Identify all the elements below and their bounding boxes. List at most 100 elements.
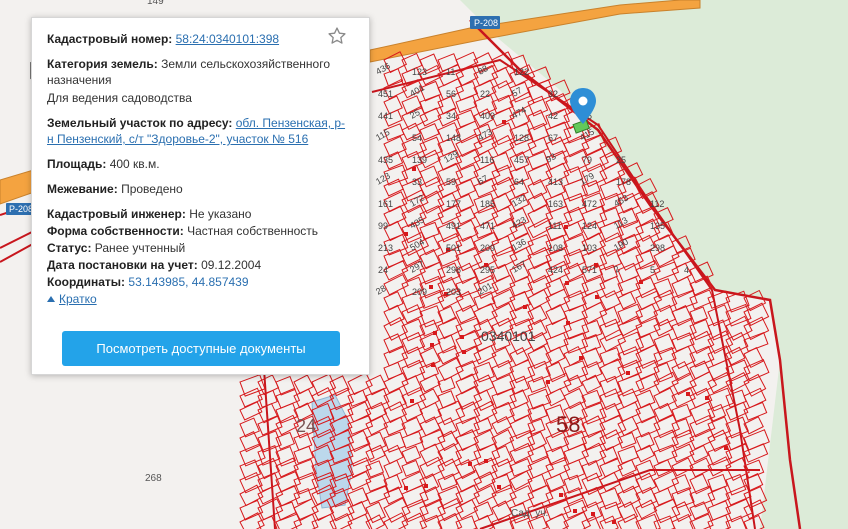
- parcel-number-label: 25: [616, 155, 626, 165]
- survey-row: Межевание: Проведено: [47, 181, 351, 197]
- parcel-number-label: 148: [446, 133, 461, 143]
- parcel-number-label: 571: [582, 265, 597, 275]
- parcel-number-label: 471: [480, 221, 495, 231]
- building-mark: [565, 281, 569, 285]
- parcel-number-label: 22: [480, 89, 490, 99]
- building-mark: [591, 512, 595, 516]
- parcel-number-label: 178: [616, 177, 631, 187]
- building-mark: [566, 321, 570, 325]
- cadastral-number-row: Кадастровый номер: 58:24:0340101:398: [47, 31, 351, 47]
- permitted-use-value: Для ведения садоводства: [47, 91, 192, 105]
- parcel-number-label: 112: [650, 199, 664, 209]
- edge-number-top: 149: [147, 0, 164, 7]
- land-category-label: Категория земель:: [47, 57, 158, 71]
- parcel-number-label: 177: [446, 199, 461, 209]
- building-mark: [431, 363, 435, 367]
- road-shield-r208-top: Р-208: [470, 16, 500, 29]
- ownership-value: Частная собственность: [187, 224, 319, 238]
- building-mark: [546, 380, 550, 384]
- collapse-link[interactable]: Кратко: [47, 292, 97, 306]
- parcel-number-label: 296: [446, 265, 461, 275]
- building-mark: [460, 335, 464, 339]
- building-mark: [705, 396, 709, 400]
- parcel-number-label: 56: [446, 89, 456, 99]
- parcel-number-label: 108: [548, 243, 563, 253]
- building-mark: [686, 392, 690, 396]
- parcel-number-label: 33: [412, 177, 422, 187]
- parcel-number-label: 122: [514, 67, 529, 77]
- parcel-number-label: 79: [582, 155, 592, 165]
- area-label: Площадь:: [47, 157, 107, 171]
- parcel-number-label: 99: [378, 221, 388, 231]
- parcel-number-label: 111: [548, 221, 562, 231]
- building-mark: [612, 520, 616, 524]
- building-mark: [595, 295, 599, 299]
- parcel-number-label: 116: [480, 155, 494, 165]
- building-mark: [579, 356, 583, 360]
- survey-label: Межевание:: [47, 182, 118, 196]
- coords-value: 53.143985, 44.857439: [128, 275, 249, 289]
- building-mark: [724, 446, 728, 450]
- building-mark: [559, 493, 563, 497]
- registration-date-row: Дата постановки на учет: 09.12.2004: [47, 257, 351, 273]
- land-category-row: Категория земель: Земли сельскохозяйстве…: [47, 56, 351, 88]
- region-code-label: 58: [556, 412, 580, 437]
- parcel-number-label: 4: [684, 265, 689, 275]
- engineer-row: Кадастровый инженер: Не указано: [47, 206, 351, 222]
- ownership-row: Форма собственности: Частная собственнос…: [47, 223, 351, 239]
- street-label: Сад. уч.: [511, 508, 548, 519]
- parcel-number-label: 413: [548, 177, 563, 187]
- parcel-number-label: 491: [446, 221, 461, 231]
- building-mark: [497, 485, 501, 489]
- parcel-number-label: 203: [446, 287, 461, 297]
- permitted-use-row: Для ведения садоводства: [47, 90, 351, 106]
- parcel-number-label: 5: [650, 265, 655, 275]
- parcel-number-label: 472: [582, 199, 597, 209]
- parcel-number-label: 457: [514, 155, 529, 165]
- edge-number-bottom: 268: [145, 473, 162, 484]
- parcel-number-label: 11: [446, 67, 455, 77]
- coords-row: Координаты: 53.143985, 44.857439: [47, 274, 351, 290]
- parcel-number-label: 209: [412, 287, 427, 297]
- status-value: Ранее учтенный: [94, 241, 186, 255]
- district-code-label: 24: [296, 416, 316, 436]
- engineer-label: Кадастровый инженер:: [47, 207, 186, 221]
- building-mark: [429, 285, 433, 289]
- registration-date-value: 09.12.2004: [201, 258, 262, 272]
- parcel-number-label: 34: [446, 111, 456, 121]
- building-mark: [462, 350, 466, 354]
- parcel-number-label: 409: [480, 111, 495, 121]
- building-mark: [523, 305, 527, 309]
- building-mark: [626, 371, 630, 375]
- parcel-number-label: 501: [446, 243, 461, 253]
- address-label: Земельный участок по адресу:: [47, 116, 233, 130]
- cadastral-number-link[interactable]: 58:24:0340101:398: [176, 32, 279, 46]
- registration-date-label: Дата постановки на учет:: [47, 258, 198, 272]
- parcel-number-label: 64: [514, 177, 524, 187]
- building-mark: [404, 232, 408, 236]
- parcel-number-label: 54: [412, 133, 422, 143]
- collapse-triangle-icon: [47, 296, 55, 302]
- view-documents-button[interactable]: Посмотреть доступные документы: [62, 331, 340, 366]
- collapse-link-label: Кратко: [59, 292, 97, 306]
- building-mark: [573, 509, 577, 513]
- parcel-number-label: 213: [378, 243, 393, 253]
- block-number-label: 0340101: [481, 328, 536, 344]
- parcel-number-label: 42: [548, 111, 558, 121]
- building-mark: [468, 462, 472, 466]
- building-mark: [502, 120, 506, 124]
- road-shield-r208-left: Р-208: [6, 203, 34, 215]
- parcel-number-label: 161: [378, 199, 393, 209]
- parcel-number-label: 139: [412, 155, 427, 165]
- svg-text:Р-208: Р-208: [9, 204, 33, 214]
- area-value: 400 кв.м.: [109, 157, 160, 171]
- building-mark: [639, 280, 643, 284]
- parcel-number-label: 185: [480, 199, 495, 209]
- building-mark: [412, 167, 416, 171]
- engineer-value: Не указано: [189, 207, 252, 221]
- area-row: Площадь: 400 кв.м.: [47, 156, 351, 172]
- parcel-number-label: 103: [582, 243, 597, 253]
- parcel-number-label: 59: [446, 177, 456, 187]
- survey-value: Проведено: [121, 182, 183, 196]
- parcel-number-label: 441: [378, 111, 393, 121]
